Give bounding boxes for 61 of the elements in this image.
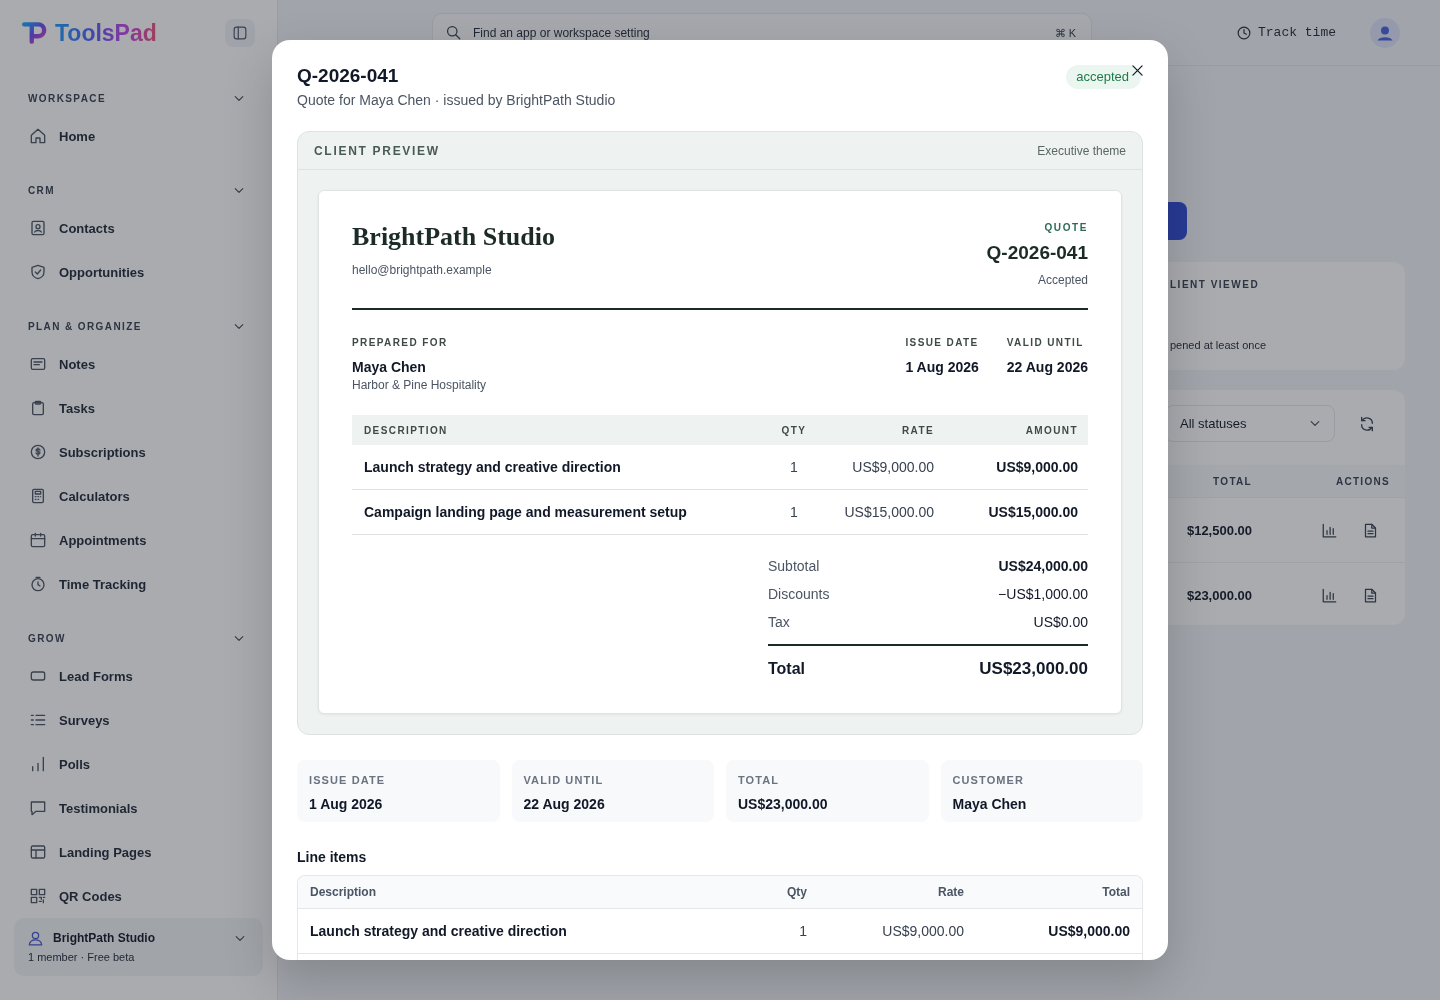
stat-caption: pened at least once bbox=[1170, 338, 1268, 352]
table-cell-text: 1 bbox=[798, 923, 807, 939]
column-header: Rate bbox=[937, 885, 964, 899]
column-header: Total bbox=[1101, 885, 1131, 899]
field-label: VALID UNTIL bbox=[1006, 336, 1085, 350]
summary-label: CUSTOMER bbox=[952, 773, 1026, 787]
column-header: ACTIONS bbox=[1334, 475, 1391, 487]
column-header: QTY bbox=[780, 424, 808, 436]
field-label: ISSUE DATE bbox=[905, 336, 979, 350]
shortcut-hint: ⌘ K bbox=[1054, 25, 1076, 41]
status-badge: accepted bbox=[1066, 65, 1141, 89]
total-value: US$0.00 bbox=[1033, 614, 1088, 630]
summary-value: 22 Aug 2026 bbox=[523, 795, 606, 813]
stat-label: LIENT VIEWED bbox=[1170, 278, 1261, 292]
table-cell-text: US$9,000.00 bbox=[881, 923, 964, 939]
table-cell-text: US$15,000.00 bbox=[843, 504, 934, 520]
column-header: Qty bbox=[786, 885, 807, 899]
client-name: Maya Chen bbox=[352, 358, 427, 376]
summary-label: ISSUE DATE bbox=[309, 773, 387, 787]
date-value: 22 Aug 2026 bbox=[1006, 358, 1088, 376]
total-value: US$24,000.00 bbox=[998, 558, 1088, 574]
company-name: BrightPath Studio bbox=[352, 221, 555, 253]
total-value: US$23,000.00 bbox=[979, 658, 1088, 680]
client-company: Harbor & Pine Hospitality bbox=[352, 377, 487, 393]
table-cell-text: $23,000.00 bbox=[1185, 587, 1253, 603]
table-cell-text: US$9,000.00 bbox=[995, 459, 1079, 475]
theme-label: Executive theme bbox=[1037, 143, 1126, 158]
dialog-title: Q-2026-041 bbox=[297, 64, 400, 88]
table-cell-text: US$9,000.00 bbox=[1047, 923, 1131, 939]
column-header: TOTAL bbox=[1212, 475, 1253, 487]
summary-label: VALID UNTIL bbox=[523, 773, 605, 787]
document-number: Q-2026-041 bbox=[986, 241, 1088, 265]
total-value: −US$1,000.00 bbox=[998, 586, 1088, 602]
summary-label: TOTAL bbox=[738, 773, 781, 787]
column-header: AMOUNT bbox=[1024, 424, 1079, 436]
table-cell-text: Campaign landing page and measurement setup bbox=[363, 504, 688, 520]
column-header: DESCRIPTION bbox=[363, 424, 449, 436]
section-label: CLIENT PREVIEW bbox=[314, 143, 440, 158]
table-cell-text: Launch strategy and creative direction bbox=[309, 923, 568, 939]
table-cell-text: Launch strategy and creative direction bbox=[363, 459, 622, 475]
summary-value: US$23,000.00 bbox=[738, 795, 829, 813]
date-value: 1 Aug 2026 bbox=[905, 358, 979, 376]
table-cell-text: US$9,000.00 bbox=[851, 459, 934, 475]
table-cell-text: US$15,000.00 bbox=[987, 504, 1079, 520]
table-cell-text: 1 bbox=[789, 459, 799, 475]
total-label: Total bbox=[768, 659, 806, 679]
table-cell-text: $12,500.00 bbox=[1185, 522, 1253, 538]
field-label: PREPARED FOR bbox=[352, 336, 449, 350]
section-title: Line items bbox=[297, 848, 368, 866]
company-email: hello@brightpath.example bbox=[352, 262, 493, 278]
column-header: RATE bbox=[900, 424, 934, 436]
summary-value: 1 Aug 2026 bbox=[309, 795, 384, 813]
table-cell-text: 1 bbox=[789, 504, 799, 520]
document-status: Accepted bbox=[1037, 272, 1088, 288]
dialog-subtitle: Quote for Maya Chen · issued by BrightPath Studio bbox=[297, 91, 616, 109]
total-label: Tax bbox=[768, 614, 790, 630]
total-label: Discounts bbox=[768, 586, 830, 602]
column-header: Description bbox=[309, 885, 377, 899]
document-type: QUOTE bbox=[1044, 221, 1088, 235]
total-label: Subtotal bbox=[768, 558, 820, 574]
summary-value: Maya Chen bbox=[952, 795, 1028, 813]
